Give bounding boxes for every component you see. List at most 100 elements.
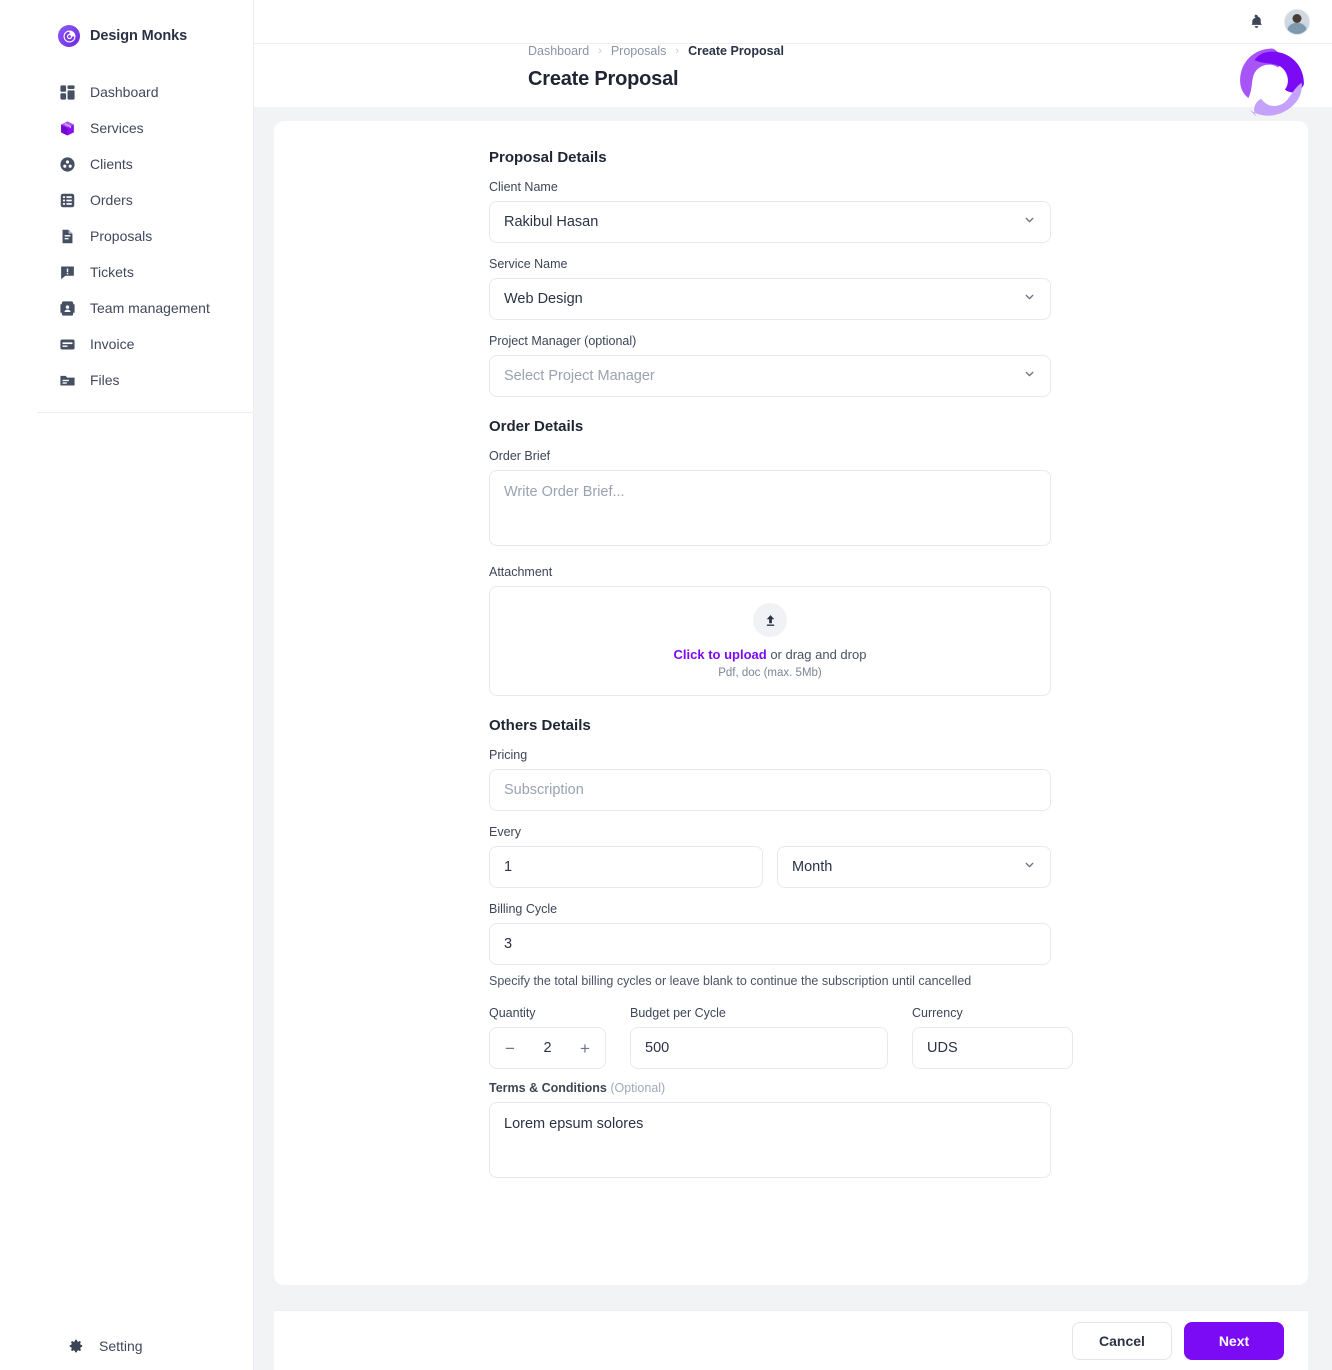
project-manager-label: Project Manager (optional) <box>489 334 637 348</box>
billing-cycle-hint: Specify the total billing cycles or leav… <box>489 974 972 988</box>
terms-optional-text: (Optional) <box>610 1081 666 1095</box>
page-header: Dashboard › Proposals › Create Proposal … <box>254 44 1332 107</box>
attachment-dropzone[interactable]: Click to upload or drag and drop Pdf, do… <box>489 586 1051 696</box>
pricing-input[interactable] <box>489 769 1051 811</box>
terms-conditions-label: Terms & Conditions (Optional) <box>489 1081 1051 1095</box>
pricing-label: Pricing <box>489 748 528 762</box>
quantity-value: 2 <box>543 1040 552 1056</box>
sidebar-item-label: Services <box>90 120 144 136</box>
brand[interactable]: Design Monks <box>0 0 253 52</box>
every-unit-select[interactable]: Month <box>777 846 1051 888</box>
sidebar-item-label: Orders <box>90 192 133 208</box>
sidebar-item-orders[interactable]: Orders <box>0 182 253 218</box>
orders-list-icon <box>58 191 76 209</box>
breadcrumb-item-dashboard[interactable]: Dashboard <box>528 44 589 58</box>
clients-icon <box>58 155 76 173</box>
quantity-decrement-button[interactable]: − <box>505 1040 515 1057</box>
main-area: Dashboard › Proposals › Create Proposal … <box>254 0 1332 1370</box>
bell-icon[interactable] <box>1246 12 1266 32</box>
breadcrumb-item-proposals[interactable]: Proposals <box>611 44 667 58</box>
quantity-increment-button[interactable]: + <box>580 1040 590 1057</box>
card-area: Proposal Details Client Name Rakibul Has… <box>254 107 1332 1285</box>
avatar[interactable] <box>1284 8 1310 35</box>
every-label: Every <box>489 825 521 839</box>
chevron-right-icon: › <box>598 45 602 57</box>
gear-icon <box>68 1338 85 1355</box>
field-pricing: Pricing <box>489 748 1051 811</box>
box-icon <box>58 119 76 137</box>
attachment-label: Attachment <box>489 565 553 579</box>
chevron-right-icon: › <box>675 45 680 57</box>
quantity-budget-currency-row: Quantity − 2 + Budget per Cycle 500 Curr… <box>489 1006 1073 1069</box>
sidebar-item-setting[interactable]: Setting <box>0 1328 143 1364</box>
quantity-stepper[interactable]: − 2 + <box>489 1027 606 1069</box>
chevron-down-icon <box>1023 368 1036 385</box>
dropzone-main-text: Click to upload or drag and drop <box>674 647 867 662</box>
sidebar-item-clients[interactable]: Clients <box>0 146 253 182</box>
field-budget-per-cycle: Budget per Cycle <box>630 1006 888 1069</box>
click-to-upload-link[interactable]: Click to upload <box>674 647 767 662</box>
cancel-button[interactable]: Cancel <box>1072 1321 1172 1360</box>
brand-name: Design Monks <box>90 28 188 44</box>
field-service-name: Service Name Web Design <box>489 257 1051 320</box>
project-manager-select[interactable]: Select Project Manager <box>489 355 1051 397</box>
service-name-value: Web Design <box>504 291 583 307</box>
sidebar-item-label: Invoice <box>90 336 135 352</box>
breadcrumb: Dashboard › Proposals › Create Proposal <box>528 44 1332 58</box>
terms-conditions-input[interactable]: Lorem epsum solores <box>489 1102 1051 1178</box>
every-count-input[interactable] <box>489 846 763 888</box>
upload-icon <box>753 603 787 637</box>
sidebar-nav: Dashboard Services Clients Orders Propos… <box>0 74 253 413</box>
project-manager-placeholder: Select Project Manager <box>504 368 655 384</box>
dropzone-hint: Pdf, doc (max. 5Mb) <box>718 667 822 679</box>
client-name-select[interactable]: Rakibul Hasan <box>489 201 1051 243</box>
field-billing-cycle: Billing Cycle <box>489 902 1051 965</box>
chevron-down-icon <box>1023 214 1036 231</box>
avatar-body <box>1287 22 1307 34</box>
form-card: Proposal Details Client Name Rakibul Has… <box>274 121 1308 1285</box>
billing-cycle-label: Billing Cycle <box>489 902 558 916</box>
monk-badge-icon <box>58 25 80 47</box>
field-order-brief: Order Brief <box>489 449 1051 551</box>
avatar-head <box>1292 13 1302 23</box>
client-name-value: Rakibul Hasan <box>504 214 599 230</box>
sidebar-item-proposals[interactable]: Proposals <box>0 218 253 254</box>
section-title-proposal-details: Proposal Details <box>489 149 607 166</box>
sidebar-item-services[interactable]: Services <box>0 110 253 146</box>
currency-label: Currency <box>912 1006 963 1020</box>
budget-per-cycle-input[interactable] <box>630 1027 888 1069</box>
field-currency: Currency <box>912 1006 1073 1069</box>
service-name-select[interactable]: Web Design <box>489 278 1051 320</box>
app-root: Design Monks Dashboard Services Clients <box>0 0 1332 1370</box>
every-unit-value: Month <box>792 859 833 875</box>
dashboard-icon <box>58 83 76 101</box>
field-attachment: Attachment Click to upload or drag and d… <box>489 565 1051 696</box>
sidebar-item-label: Tickets <box>90 264 134 280</box>
team-card-icon <box>58 299 76 317</box>
service-name-label: Service Name <box>489 257 568 271</box>
sidebar-item-team-management[interactable]: Team management <box>0 290 253 326</box>
billing-cycle-input[interactable] <box>489 923 1051 965</box>
sidebar-item-label: Proposals <box>90 228 153 244</box>
field-quantity: Quantity − 2 + <box>489 1006 606 1069</box>
next-button[interactable]: Next <box>1184 1321 1284 1360</box>
currency-input[interactable] <box>912 1027 1073 1069</box>
invoice-card-icon <box>58 335 76 353</box>
page-title: Create Proposal <box>528 68 679 90</box>
sidebar-item-files[interactable]: Files <box>0 362 253 398</box>
sidebar-item-label: Clients <box>90 156 133 172</box>
sidebar-item-label: Setting <box>99 1338 143 1354</box>
sidebar-item-tickets[interactable]: Tickets <box>0 254 253 290</box>
terms-label-text: Terms & Conditions <box>489 1081 607 1095</box>
sidebar: Design Monks Dashboard Services Clients <box>0 0 254 1370</box>
ticket-chat-icon <box>58 263 76 281</box>
quantity-label: Quantity <box>489 1006 536 1020</box>
field-project-manager: Project Manager (optional) Select Projec… <box>489 334 1051 397</box>
sidebar-item-dashboard[interactable]: Dashboard <box>0 74 253 110</box>
sidebar-divider <box>37 412 253 413</box>
form-footer: Cancel Next <box>274 1310 1308 1370</box>
order-brief-input[interactable] <box>489 470 1051 546</box>
sidebar-item-label: Files <box>90 372 120 388</box>
drag-drop-text: or drag and drop <box>766 647 867 662</box>
sidebar-item-invoice[interactable]: Invoice <box>0 326 253 362</box>
